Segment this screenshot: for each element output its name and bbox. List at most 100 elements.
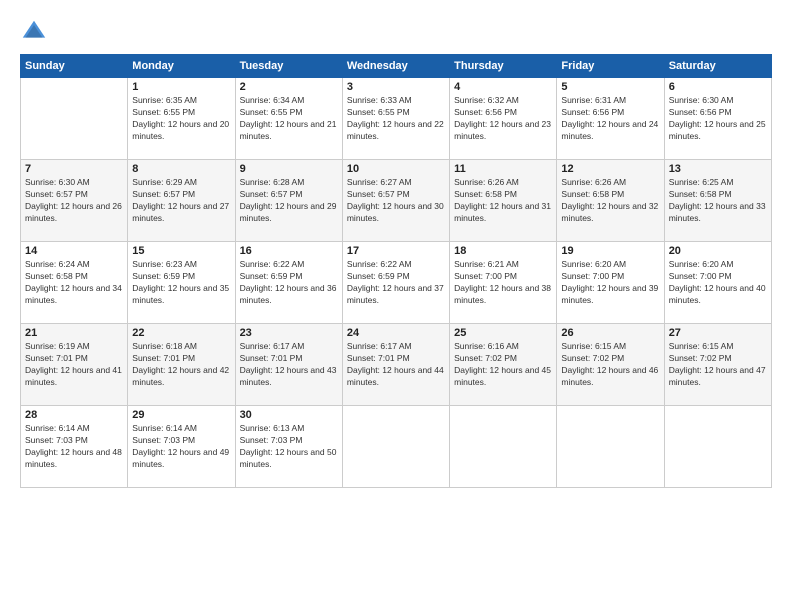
day-info: Sunrise: 6:24 AMSunset: 6:58 PMDaylight:… — [25, 259, 123, 307]
day-cell: 18 Sunrise: 6:21 AMSunset: 7:00 PMDayligh… — [450, 242, 557, 324]
weekday-thursday: Thursday — [450, 55, 557, 78]
day-info: Sunrise: 6:18 AMSunset: 7:01 PMDaylight:… — [132, 341, 230, 389]
calendar-header: SundayMondayTuesdayWednesdayThursdayFrid… — [21, 55, 772, 78]
day-cell: 26 Sunrise: 6:15 AMSunset: 7:02 PMDayligh… — [557, 324, 664, 406]
day-info: Sunrise: 6:20 AMSunset: 7:00 PMDaylight:… — [561, 259, 659, 307]
day-info: Sunrise: 6:20 AMSunset: 7:00 PMDaylight:… — [669, 259, 767, 307]
day-cell: 16 Sunrise: 6:22 AMSunset: 6:59 PMDayligh… — [235, 242, 342, 324]
day-info: Sunrise: 6:17 AMSunset: 7:01 PMDaylight:… — [240, 341, 338, 389]
logo — [20, 18, 52, 46]
day-cell: 27 Sunrise: 6:15 AMSunset: 7:02 PMDayligh… — [664, 324, 771, 406]
day-number: 12 — [561, 163, 659, 175]
day-cell: 11Sunrise: 6:26 AMSunset: 6:58 PMDayligh… — [450, 160, 557, 242]
day-info: Sunrise: 6:14 AMSunset: 7:03 PMDaylight:… — [132, 423, 230, 471]
day-number: 23 — [240, 327, 338, 339]
day-info: Sunrise: 6:13 AMSunset: 7:03 PMDaylight:… — [240, 423, 338, 471]
day-number: 15 — [132, 245, 230, 257]
day-number: 29 — [132, 409, 230, 421]
day-cell: 13 Sunrise: 6:25 AMSunset: 6:58 PMDayligh… — [664, 160, 771, 242]
day-number: 26 — [561, 327, 659, 339]
day-info: Sunrise: 6:15 AMSunset: 7:02 PMDaylight:… — [669, 341, 767, 389]
day-number: 7 — [25, 163, 123, 175]
day-number: 1 — [132, 81, 230, 93]
day-cell: 9Sunrise: 6:28 AMSunset: 6:57 PMDaylight… — [235, 160, 342, 242]
day-info: Sunrise: 6:33 AMSunset: 6:55 PMDaylight:… — [347, 95, 445, 143]
day-cell: 3 Sunrise: 6:33 AMSunset: 6:55 PMDaylight… — [342, 78, 449, 160]
day-number: 14 — [25, 245, 123, 257]
day-cell: 28 Sunrise: 6:14 AMSunset: 7:03 PMDayligh… — [21, 406, 128, 488]
day-number: 20 — [669, 245, 767, 257]
day-number: 19 — [561, 245, 659, 257]
header — [20, 18, 772, 46]
day-cell: 1 Sunrise: 6:35 AMSunset: 6:55 PMDaylight… — [128, 78, 235, 160]
day-info: Sunrise: 6:29 AMSunset: 6:57 PMDaylight:… — [132, 177, 230, 225]
weekday-tuesday: Tuesday — [235, 55, 342, 78]
day-info: Sunrise: 6:17 AMSunset: 7:01 PMDaylight:… — [347, 341, 445, 389]
day-cell: 15 Sunrise: 6:23 AMSunset: 6:59 PMDayligh… — [128, 242, 235, 324]
day-cell: 21 Sunrise: 6:19 AMSunset: 7:01 PMDayligh… — [21, 324, 128, 406]
week-row-4: 28 Sunrise: 6:14 AMSunset: 7:03 PMDayligh… — [21, 406, 772, 488]
day-cell: 6 Sunrise: 6:30 AMSunset: 6:56 PMDaylight… — [664, 78, 771, 160]
day-cell: 29 Sunrise: 6:14 AMSunset: 7:03 PMDayligh… — [128, 406, 235, 488]
day-info: Sunrise: 6:21 AMSunset: 7:00 PMDaylight:… — [454, 259, 552, 307]
weekday-saturday: Saturday — [664, 55, 771, 78]
day-info: Sunrise: 6:35 AMSunset: 6:55 PMDaylight:… — [132, 95, 230, 143]
day-cell: 25Sunrise: 6:16 AMSunset: 7:02 PMDayligh… — [450, 324, 557, 406]
day-number: 17 — [347, 245, 445, 257]
day-cell: 12 Sunrise: 6:26 AMSunset: 6:58 PMDayligh… — [557, 160, 664, 242]
logo-icon — [20, 18, 48, 46]
day-number: 5 — [561, 81, 659, 93]
calendar-body: 1 Sunrise: 6:35 AMSunset: 6:55 PMDaylight… — [21, 78, 772, 488]
day-cell: 2Sunrise: 6:34 AMSunset: 6:55 PMDaylight… — [235, 78, 342, 160]
day-info: Sunrise: 6:28 AMSunset: 6:57 PMDaylight:… — [240, 177, 338, 225]
day-info: Sunrise: 6:26 AMSunset: 6:58 PMDaylight:… — [561, 177, 659, 225]
weekday-header-row: SundayMondayTuesdayWednesdayThursdayFrid… — [21, 55, 772, 78]
day-cell: 30Sunrise: 6:13 AMSunset: 7:03 PMDayligh… — [235, 406, 342, 488]
day-cell: 17 Sunrise: 6:22 AMSunset: 6:59 PMDayligh… — [342, 242, 449, 324]
day-number: 3 — [347, 81, 445, 93]
page: SundayMondayTuesdayWednesdayThursdayFrid… — [0, 0, 792, 612]
day-number: 25 — [454, 327, 552, 339]
day-info: Sunrise: 6:22 AMSunset: 6:59 PMDaylight:… — [240, 259, 338, 307]
day-number: 8 — [132, 163, 230, 175]
day-number: 22 — [132, 327, 230, 339]
day-number: 27 — [669, 327, 767, 339]
day-number: 28 — [25, 409, 123, 421]
day-info: Sunrise: 6:32 AMSunset: 6:56 PMDaylight:… — [454, 95, 552, 143]
day-cell: 20 Sunrise: 6:20 AMSunset: 7:00 PMDayligh… — [664, 242, 771, 324]
day-cell: 23 Sunrise: 6:17 AMSunset: 7:01 PMDayligh… — [235, 324, 342, 406]
day-number: 21 — [25, 327, 123, 339]
day-cell: 7Sunrise: 6:30 AMSunset: 6:57 PMDaylight… — [21, 160, 128, 242]
day-info: Sunrise: 6:31 AMSunset: 6:56 PMDaylight:… — [561, 95, 659, 143]
week-row-1: 7Sunrise: 6:30 AMSunset: 6:57 PMDaylight… — [21, 160, 772, 242]
week-row-2: 14 Sunrise: 6:24 AMSunset: 6:58 PMDayligh… — [21, 242, 772, 324]
day-cell: 8 Sunrise: 6:29 AMSunset: 6:57 PMDaylight… — [128, 160, 235, 242]
day-cell — [450, 406, 557, 488]
day-cell: 14 Sunrise: 6:24 AMSunset: 6:58 PMDayligh… — [21, 242, 128, 324]
weekday-wednesday: Wednesday — [342, 55, 449, 78]
day-cell — [664, 406, 771, 488]
weekday-friday: Friday — [557, 55, 664, 78]
day-number: 18 — [454, 245, 552, 257]
day-number: 13 — [669, 163, 767, 175]
day-info: Sunrise: 6:14 AMSunset: 7:03 PMDaylight:… — [25, 423, 123, 471]
day-number: 11 — [454, 163, 552, 175]
day-info: Sunrise: 6:19 AMSunset: 7:01 PMDaylight:… — [25, 341, 123, 389]
day-number: 24 — [347, 327, 445, 339]
day-number: 6 — [669, 81, 767, 93]
day-info: Sunrise: 6:25 AMSunset: 6:58 PMDaylight:… — [669, 177, 767, 225]
day-cell: 19 Sunrise: 6:20 AMSunset: 7:00 PMDayligh… — [557, 242, 664, 324]
day-cell: 24 Sunrise: 6:17 AMSunset: 7:01 PMDayligh… — [342, 324, 449, 406]
day-info: Sunrise: 6:22 AMSunset: 6:59 PMDaylight:… — [347, 259, 445, 307]
week-row-3: 21 Sunrise: 6:19 AMSunset: 7:01 PMDayligh… — [21, 324, 772, 406]
day-info: Sunrise: 6:15 AMSunset: 7:02 PMDaylight:… — [561, 341, 659, 389]
day-info: Sunrise: 6:30 AMSunset: 6:56 PMDaylight:… — [669, 95, 767, 143]
weekday-monday: Monday — [128, 55, 235, 78]
day-cell — [342, 406, 449, 488]
day-info: Sunrise: 6:27 AMSunset: 6:57 PMDaylight:… — [347, 177, 445, 225]
day-info: Sunrise: 6:23 AMSunset: 6:59 PMDaylight:… — [132, 259, 230, 307]
day-cell: 4Sunrise: 6:32 AMSunset: 6:56 PMDaylight… — [450, 78, 557, 160]
day-cell — [21, 78, 128, 160]
day-number: 16 — [240, 245, 338, 257]
day-cell: 5 Sunrise: 6:31 AMSunset: 6:56 PMDaylight… — [557, 78, 664, 160]
